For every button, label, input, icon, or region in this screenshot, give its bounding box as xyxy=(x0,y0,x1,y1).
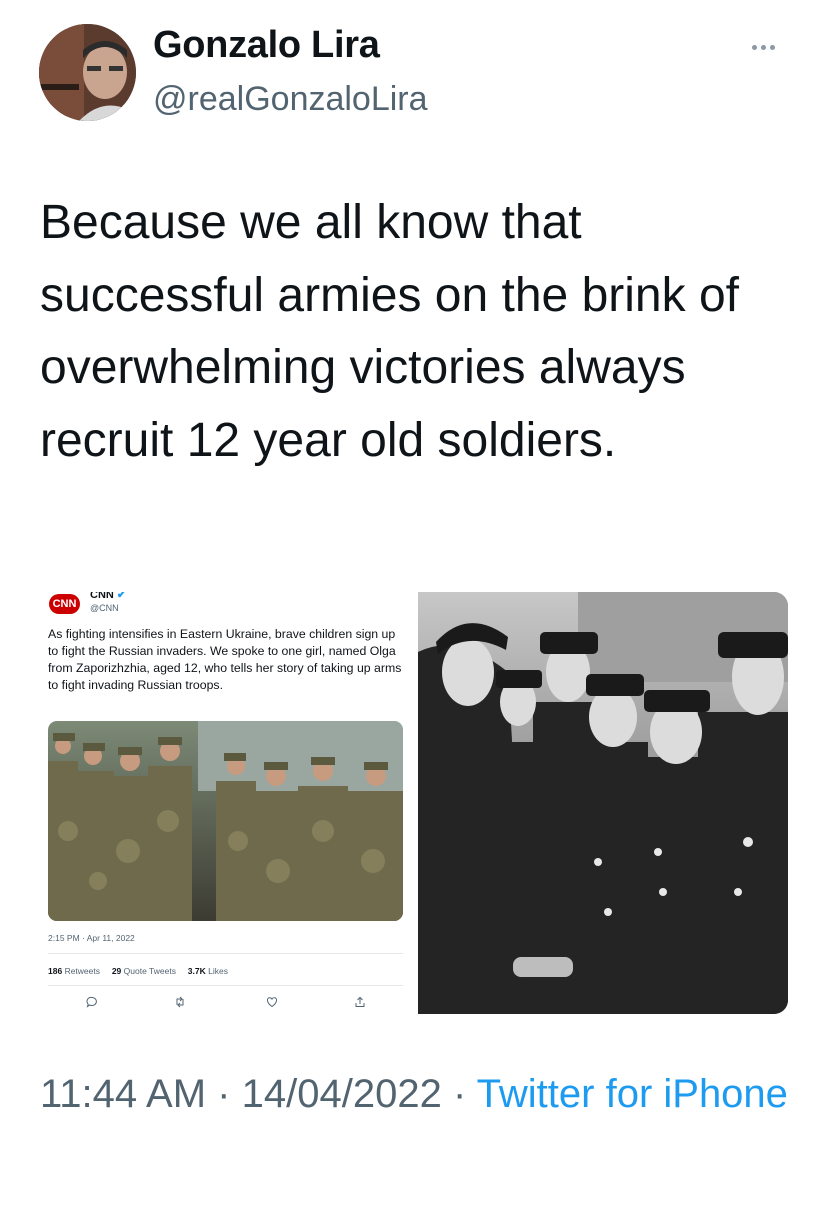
historical-photo[interactable] xyxy=(418,592,788,1014)
divider xyxy=(48,953,403,954)
embedded-handle: @CNN xyxy=(90,603,119,613)
quotes-count: 29 xyxy=(111,966,122,976)
tweet-source-link[interactable]: Twitter for iPhone xyxy=(477,1072,788,1116)
embedded-tweet-screenshot[interactable]: CNN CNN ✔ @CNN ··· As fighting intensifi… xyxy=(40,592,413,1014)
quotes-label: Quote Tweets xyxy=(123,966,176,976)
cnn-logo: CNN xyxy=(49,594,80,614)
embedded-action-bar xyxy=(48,994,403,1014)
embedded-more-icon: ··· xyxy=(390,592,400,597)
divider xyxy=(48,985,403,986)
tweet-metadata: 11:44 AM · 14/04/2022 · Twitter for iPho… xyxy=(40,1066,800,1123)
reply-icon xyxy=(84,994,100,1010)
tweet-time[interactable]: 11:44 AM xyxy=(40,1072,206,1116)
tweet-text: Because we all know that successful armi… xyxy=(40,196,739,467)
separator: · xyxy=(217,1072,231,1116)
share-icon xyxy=(352,994,368,1010)
separator: · xyxy=(452,1072,467,1116)
likes-label: Likes xyxy=(208,966,228,976)
retweets-label: Retweets xyxy=(64,966,100,976)
retweets-count: 186 xyxy=(48,966,63,976)
display-name[interactable]: Gonzalo Lira xyxy=(153,24,380,67)
retweet-icon xyxy=(172,994,188,1010)
embedded-display-name: CNN ✔ xyxy=(90,592,126,601)
avatar[interactable] xyxy=(39,24,136,121)
verified-badge-icon: ✔ xyxy=(116,592,127,601)
more-horizontal-icon[interactable] xyxy=(752,38,788,56)
likes-count: 3.7K xyxy=(187,966,206,976)
tweet-date[interactable]: 14/04/2022 xyxy=(242,1072,442,1116)
embedded-tweet-text: As fighting intensifies in Eastern Ukrai… xyxy=(48,627,402,692)
embedded-stats: 186 Retweets 29 Quote Tweets 3.7K Likes xyxy=(48,966,228,976)
like-icon xyxy=(264,994,280,1010)
embedded-timestamp: 2:15 PM · Apr 11, 2022 xyxy=(48,933,135,943)
user-handle[interactable]: @realGonzaloLira xyxy=(153,80,428,119)
children-in-uniform-photo xyxy=(48,721,403,921)
